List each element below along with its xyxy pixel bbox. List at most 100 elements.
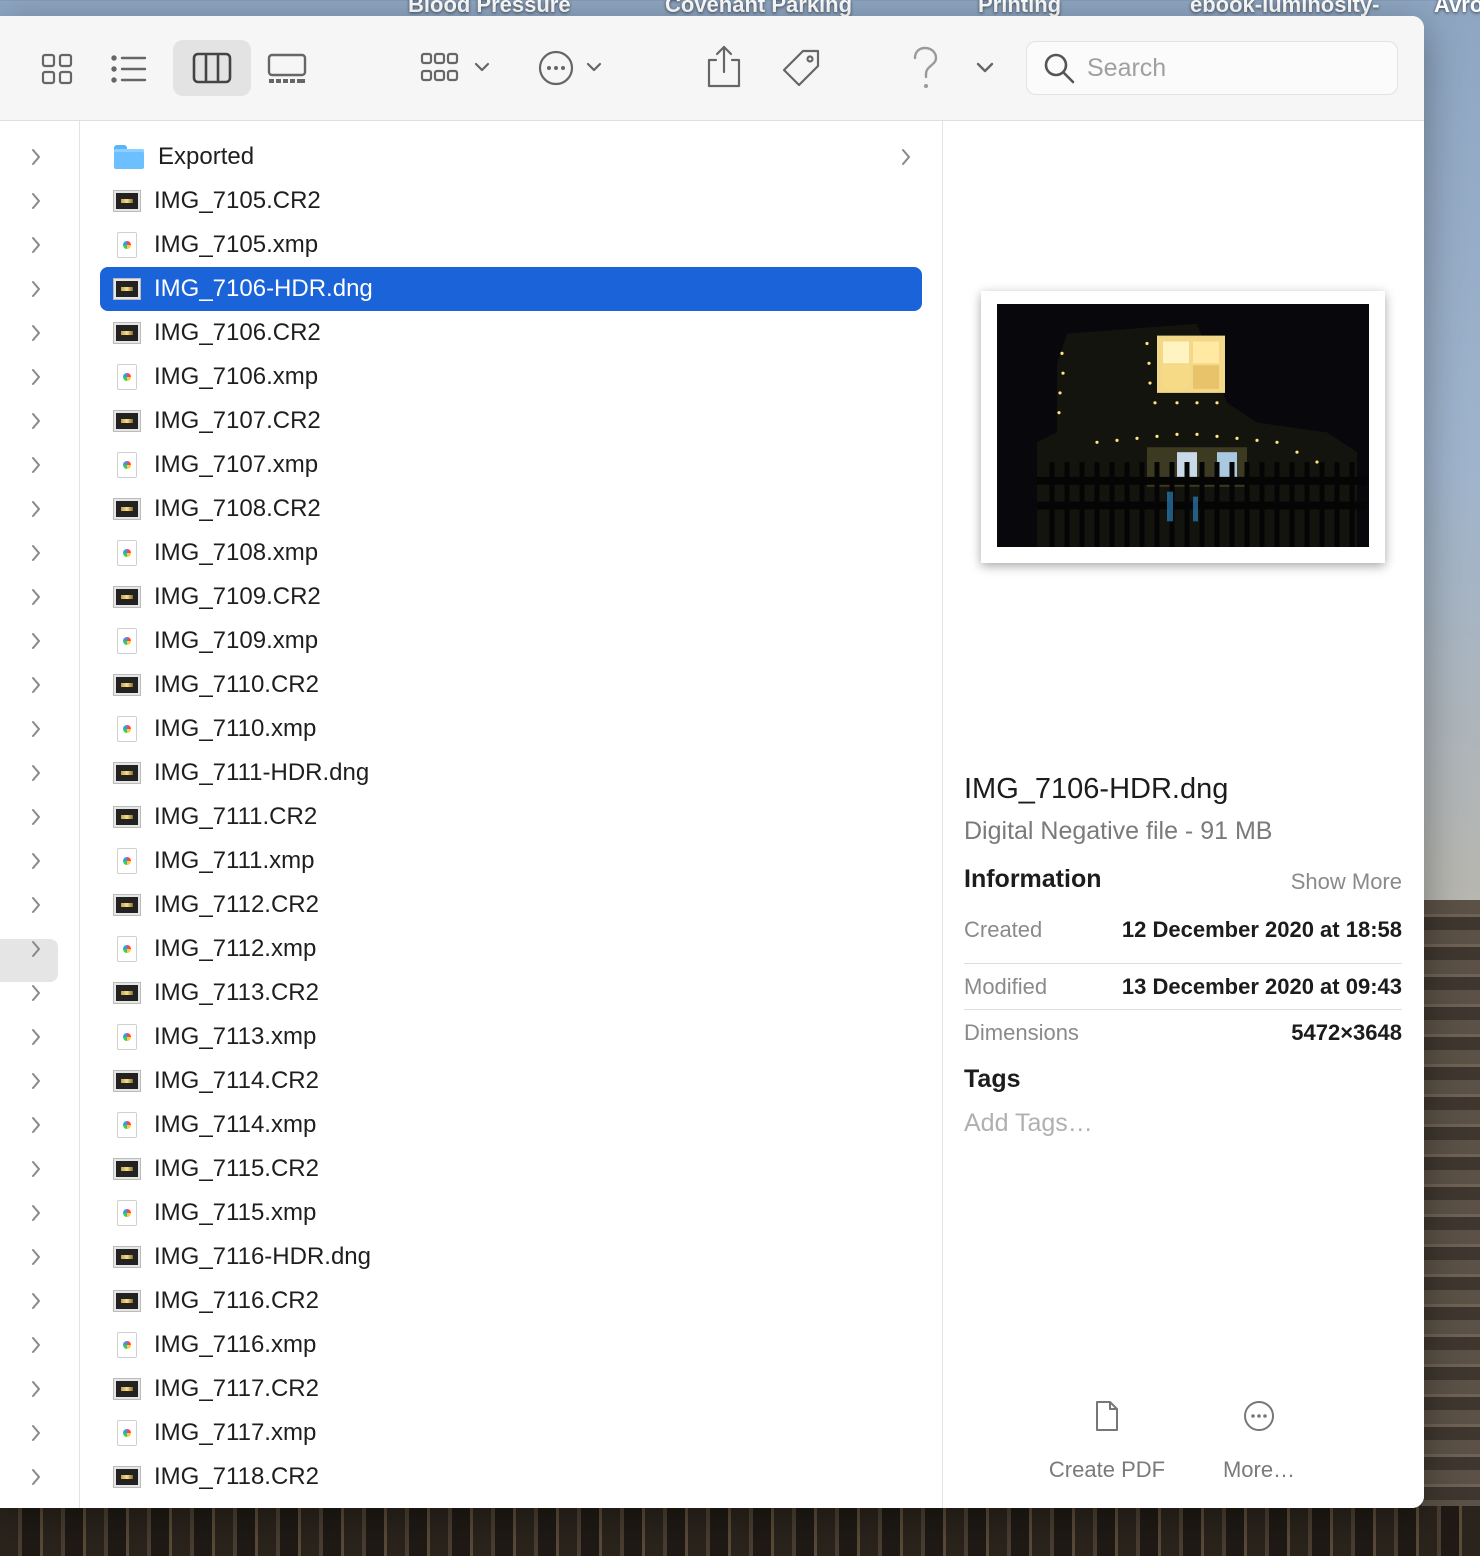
ellipsis-icon <box>1211 1391 1307 1441</box>
gallery-view-icon[interactable] <box>262 49 312 89</box>
search-input[interactable] <box>1085 52 1379 84</box>
file-row[interactable]: IMG_7105.CR2 <box>100 179 922 223</box>
chevron-right-icon[interactable] <box>30 1247 50 1267</box>
chevron-right-icon[interactable] <box>30 895 50 915</box>
preview-thumbnail[interactable] <box>981 291 1385 563</box>
file-row[interactable]: IMG_7116.CR2 <box>100 1279 922 1323</box>
file-row[interactable]: IMG_7109.CR2 <box>100 575 922 619</box>
search-icon <box>1043 52 1075 84</box>
desktop-item-label[interactable]: Avro <box>1434 0 1480 18</box>
chevron-right-icon[interactable] <box>30 763 50 783</box>
icon-view-icon[interactable] <box>32 49 82 89</box>
raw-image-icon <box>114 1247 140 1267</box>
file-row[interactable]: IMG_7116-HDR.dng <box>100 1235 922 1279</box>
file-name: IMG_7113.xmp <box>154 1023 317 1050</box>
chevron-right-icon[interactable] <box>30 1379 50 1399</box>
chevron-right-icon[interactable] <box>30 455 50 475</box>
chevron-right-icon[interactable] <box>30 719 50 739</box>
file-row[interactable]: IMG_7108.CR2 <box>100 487 922 531</box>
chevron-right-icon[interactable] <box>30 1071 50 1091</box>
chevron-right-icon[interactable] <box>30 1335 50 1355</box>
chevron-right-icon[interactable] <box>30 411 50 431</box>
chevron-right-icon[interactable] <box>30 279 50 299</box>
file-row[interactable]: IMG_7105.xmp <box>100 223 922 267</box>
file-row[interactable]: IMG_7118.CR2 <box>100 1455 922 1499</box>
file-row[interactable]: IMG_7115.xmp <box>100 1191 922 1235</box>
file-row[interactable]: IMG_7108.xmp <box>100 531 922 575</box>
file-row[interactable]: IMG_7117.CR2 <box>100 1367 922 1411</box>
share-icon[interactable] <box>700 42 748 90</box>
file-name: IMG_7118.CR2 <box>154 1463 319 1490</box>
chevron-right-icon[interactable] <box>30 939 50 959</box>
file-row[interactable]: IMG_7114.CR2 <box>100 1059 922 1103</box>
chevron-right-icon[interactable] <box>30 587 50 607</box>
folder-row[interactable]: Exported <box>100 135 922 179</box>
chevron-right-icon[interactable] <box>30 235 50 255</box>
chevron-down-icon[interactable] <box>970 54 1000 82</box>
info-value: 13 December 2020 at 09:43 <box>1121 974 1402 999</box>
chevron-right-icon[interactable] <box>30 851 50 871</box>
file-row[interactable]: IMG_7112.xmp <box>100 927 922 971</box>
tag-icon[interactable] <box>776 44 826 92</box>
file-row[interactable]: IMG_7106-HDR.dng <box>100 267 922 311</box>
chevron-right-icon[interactable] <box>30 499 50 519</box>
file-row[interactable]: IMG_7112.CR2 <box>100 883 922 927</box>
chevron-right-icon[interactable] <box>30 675 50 695</box>
chevron-right-icon[interactable] <box>30 367 50 387</box>
chevron-right-icon[interactable] <box>30 1291 50 1311</box>
question-icon[interactable] <box>900 42 950 94</box>
file-row[interactable]: IMG_7115.CR2 <box>100 1147 922 1191</box>
chevron-right-icon[interactable] <box>30 1203 50 1223</box>
chevron-right-icon[interactable] <box>30 191 50 211</box>
column-view-icon[interactable] <box>173 40 251 96</box>
ellipsis-icon[interactable] <box>532 46 608 90</box>
xmp-file-icon <box>117 628 137 654</box>
raw-image-icon <box>114 895 140 915</box>
file-name: IMG_7108.xmp <box>154 539 319 566</box>
info-row-created: Created 12 December 2020 at 18:58 <box>964 907 1402 953</box>
chevron-right-icon[interactable] <box>30 1159 50 1179</box>
file-row[interactable]: IMG_7113.CR2 <box>100 971 922 1015</box>
tags-heading: Tags <box>964 1065 1021 1093</box>
xmp-file-icon <box>117 1200 137 1226</box>
xmp-file-icon <box>117 716 137 742</box>
file-row[interactable]: IMG_7109.xmp <box>100 619 922 663</box>
list-view-icon[interactable] <box>104 49 154 89</box>
file-row[interactable]: IMG_7116.xmp <box>100 1323 922 1367</box>
file-row[interactable]: IMG_7114.xmp <box>100 1103 922 1147</box>
chevron-right-icon[interactable] <box>30 807 50 827</box>
file-name: IMG_7109.CR2 <box>154 583 321 610</box>
file-row[interactable]: IMG_7111.CR2 <box>100 795 922 839</box>
file-row[interactable]: IMG_7110.CR2 <box>100 663 922 707</box>
chevron-right-icon[interactable] <box>30 543 50 563</box>
file-row[interactable]: IMG_7113.xmp <box>100 1015 922 1059</box>
chevron-right-icon[interactable] <box>30 1467 50 1487</box>
chevron-right-icon[interactable] <box>30 983 50 1003</box>
chevron-right-icon[interactable] <box>30 323 50 343</box>
file-row[interactable]: IMG_7111.xmp <box>100 839 922 883</box>
chevron-right-icon[interactable] <box>30 1027 50 1047</box>
show-more-link[interactable]: Show More <box>1291 869 1402 895</box>
create-pdf-button[interactable]: Create PDF <box>1043 1391 1171 1483</box>
file-row[interactable]: IMG_7117.xmp <box>100 1411 922 1455</box>
chevron-right-icon[interactable] <box>30 631 50 651</box>
file-name: IMG_7110.CR2 <box>154 671 319 698</box>
chevron-right-icon[interactable] <box>30 1115 50 1135</box>
file-row[interactable]: IMG_7110.xmp <box>100 707 922 751</box>
chevron-right-icon[interactable] <box>30 1423 50 1443</box>
file-row[interactable]: IMG_7106.xmp <box>100 355 922 399</box>
add-tags-field[interactable]: Add Tags… <box>964 1109 1093 1138</box>
file-row[interactable]: IMG_7107.CR2 <box>100 399 922 443</box>
xmp-file-icon <box>117 1420 137 1446</box>
more-actions-button[interactable]: More… <box>1211 1391 1307 1483</box>
file-row[interactable]: IMG_7107.xmp <box>100 443 922 487</box>
xmp-file-icon <box>117 1332 137 1358</box>
desktop-wallpaper-bottom <box>0 1506 1480 1556</box>
file-row[interactable]: IMG_7106.CR2 <box>100 311 922 355</box>
raw-image-icon <box>114 983 140 1003</box>
create-pdf-label: Create PDF <box>1048 1457 1166 1482</box>
chevron-right-icon[interactable] <box>30 147 50 167</box>
search-field[interactable] <box>1026 41 1398 95</box>
file-row[interactable]: IMG_7111-HDR.dng <box>100 751 922 795</box>
group-icon[interactable] <box>414 46 494 90</box>
